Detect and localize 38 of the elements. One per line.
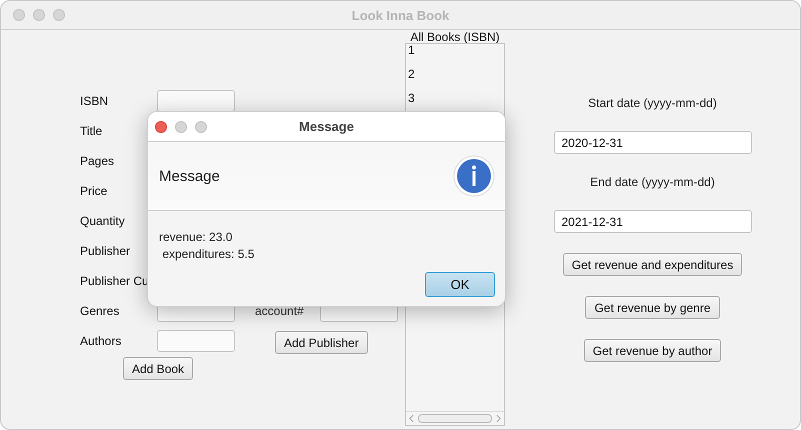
field-label: Pages — [80, 154, 116, 168]
message-text: revenue: 23.0 expenditures: 5.5 — [159, 229, 254, 263]
input-field[interactable] — [157, 330, 235, 352]
scroll-thumb[interactable] — [418, 414, 492, 423]
scroll-left-icon[interactable] — [409, 414, 414, 423]
add-publisher-button[interactable]: Add Publisher — [275, 331, 368, 354]
ok-button[interactable]: OK — [425, 272, 495, 297]
add-book-button[interactable]: Add Book — [123, 357, 194, 380]
scroll-bar[interactable] — [406, 411, 504, 425]
zoom-icon[interactable] — [195, 120, 207, 132]
field-label: account# — [255, 304, 305, 318]
end-date-field[interactable]: 2021-12-31 — [554, 210, 752, 233]
zoom-icon[interactable] — [53, 9, 65, 21]
scroll-right-icon[interactable] — [496, 414, 501, 423]
list-header: All Books (ISBN) — [410, 31, 500, 43]
field-label: Price — [80, 184, 108, 198]
report-button[interactable]: Get revenue by author — [584, 339, 722, 362]
field-label: ISBN — [80, 94, 110, 108]
window-title: Look Inna Book — [352, 8, 450, 22]
end-date-label: End date (yyyy-mm-dd) — [590, 175, 715, 189]
start-date-field[interactable]: 2020-12-31 — [554, 131, 752, 154]
header-text: Message — [159, 168, 220, 184]
field-label: Quantity — [80, 214, 126, 228]
minimize-icon[interactable] — [33, 9, 45, 21]
field-label: Title — [80, 124, 104, 138]
list-item[interactable]: 2 — [408, 68, 502, 92]
report-button[interactable]: Get revenue by genre — [585, 296, 720, 319]
dialog-title: Message — [299, 119, 354, 134]
field-label: Authors — [80, 334, 122, 348]
report-button[interactable]: Get revenue and expenditures — [562, 253, 742, 276]
field-label: Genres — [80, 304, 120, 318]
input-field[interactable] — [157, 90, 235, 112]
minimize-icon[interactable] — [175, 120, 187, 132]
close-icon[interactable] — [155, 120, 167, 132]
info-icon — [453, 155, 495, 197]
list-item[interactable]: 1 — [408, 44, 502, 68]
field-label: Publisher — [80, 244, 132, 258]
start-date-label: Start date (yyyy-mm-dd) — [588, 96, 717, 110]
